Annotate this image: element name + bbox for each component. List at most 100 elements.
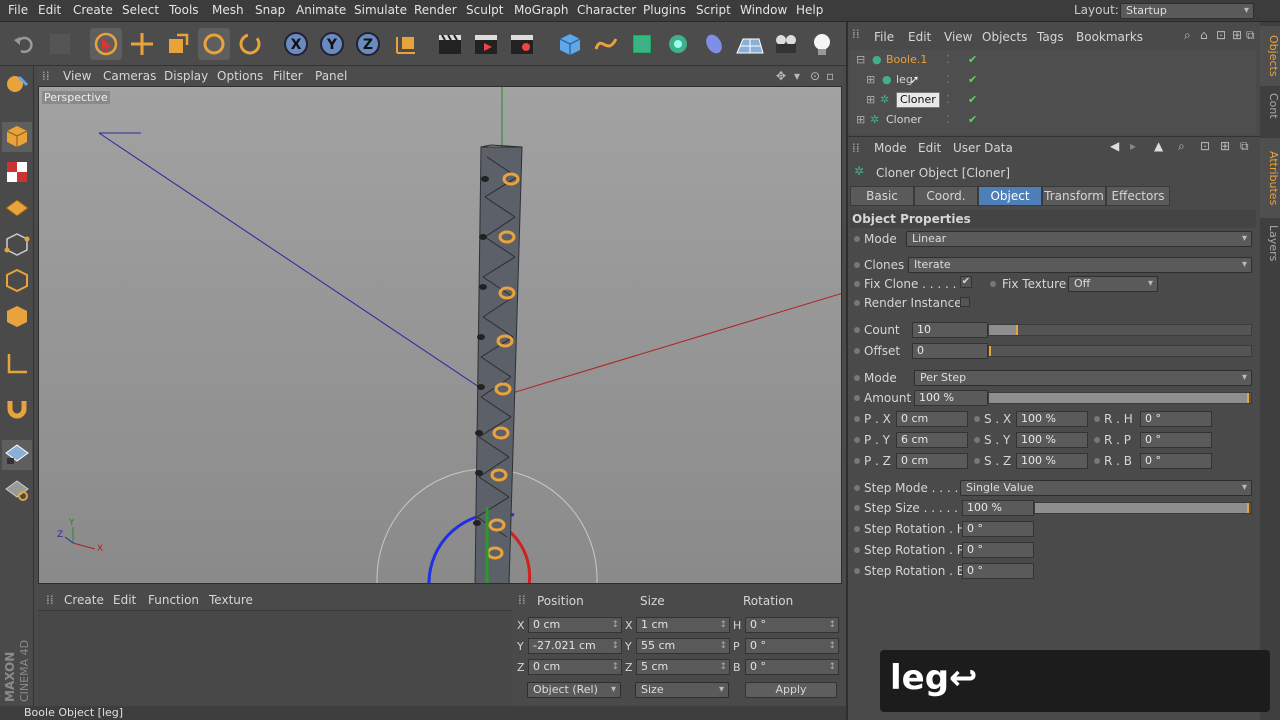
animation-dot-icon[interactable] <box>974 437 980 443</box>
side-tab-attributes[interactable]: Attributes <box>1260 138 1280 218</box>
tab-transform[interactable]: Transform <box>1042 186 1106 206</box>
animation-dot-icon[interactable] <box>854 327 860 333</box>
offset-slider[interactable] <box>988 345 1252 357</box>
coordinate-system-button[interactable] <box>390 28 422 60</box>
object-row-cloner[interactable]: ⊞ ✲ Cloner ⁚ ✔ <box>856 110 1256 130</box>
viewport-menu-view[interactable]: View <box>63 69 91 83</box>
menu-mesh[interactable]: Mesh <box>212 3 244 17</box>
animation-dot-icon[interactable] <box>854 485 860 491</box>
coords-pos-x-field[interactable]: 0 cm <box>528 617 622 633</box>
om-menu-bookmarks[interactable]: Bookmarks <box>1076 30 1143 44</box>
enabled-check-icon[interactable]: ✔ <box>968 110 977 130</box>
render-instances-checkbox[interactable] <box>960 297 970 307</box>
animation-dot-icon[interactable] <box>854 281 860 287</box>
expand-icon[interactable]: ⊞ <box>866 70 875 90</box>
object-row-boole[interactable]: ⊟ ● Boole.1 ⁚ ✔ <box>856 50 1256 70</box>
redo-button[interactable] <box>44 28 76 60</box>
render-picture-viewer-button[interactable] <box>470 28 502 60</box>
menu-render[interactable]: Render <box>414 3 457 17</box>
side-tab-layers[interactable]: Layers <box>1260 218 1280 268</box>
count-slider[interactable] <box>988 324 1252 336</box>
render-view-button[interactable] <box>434 28 466 60</box>
coords-rot-p-field[interactable]: 0 ° <box>745 638 839 654</box>
attr-menu-edit[interactable]: Edit <box>918 141 941 155</box>
visibility-dots-icon[interactable]: ⁚ <box>946 70 950 90</box>
scale-tool-button[interactable] <box>162 28 194 60</box>
y-axis-button[interactable]: Y <box>316 28 348 60</box>
py-field[interactable]: 6 cm <box>896 432 968 448</box>
step-size-field[interactable]: 100 % <box>962 500 1034 516</box>
fix-clone-checkbox[interactable]: ✔ <box>960 276 972 288</box>
menu-mograph[interactable]: MoGraph <box>514 3 569 17</box>
attr-search-icon[interactable]: ⌕ <box>1178 139 1185 154</box>
rb-field[interactable]: 0 ° <box>1140 453 1212 469</box>
coords-size-z-field[interactable]: 5 cm <box>636 659 730 675</box>
animation-dot-icon[interactable] <box>1094 458 1100 464</box>
object-row-leg[interactable]: ⊞ ● leg ➚ ⁚ ✔ <box>856 70 1256 90</box>
animation-dot-icon[interactable] <box>854 348 860 354</box>
model-mode-button[interactable] <box>2 122 32 152</box>
animation-dot-icon[interactable] <box>854 526 860 532</box>
locked-workplane-button[interactable] <box>2 440 32 470</box>
menu-script[interactable]: Script <box>696 3 731 17</box>
move-tool-button[interactable] <box>126 28 158 60</box>
coords-mode-select[interactable]: Object (Rel) <box>527 682 621 698</box>
tab-coord[interactable]: Coord. <box>914 186 978 206</box>
animation-dot-icon[interactable] <box>854 568 860 574</box>
step-rotation-h-field[interactable]: 0 ° <box>962 521 1034 537</box>
viewport-zoom-icon[interactable]: ▾ <box>794 69 800 83</box>
viewport-rotate-icon[interactable]: ⊙ <box>810 69 820 83</box>
polygons-mode-button[interactable] <box>2 302 32 332</box>
animation-dot-icon[interactable] <box>974 416 980 422</box>
step-size-slider[interactable] <box>1034 502 1252 514</box>
animation-dot-icon[interactable] <box>990 281 996 287</box>
coords-rot-h-field[interactable]: 0 ° <box>745 617 839 633</box>
tab-object[interactable]: Object <box>978 186 1042 206</box>
menu-select[interactable]: Select <box>122 3 159 17</box>
menu-help[interactable]: Help <box>796 3 823 17</box>
add-nurbs-button[interactable] <box>626 28 658 60</box>
menu-edit[interactable]: Edit <box>38 3 61 17</box>
menu-window[interactable]: Window <box>740 3 787 17</box>
tab-basic[interactable]: Basic <box>850 186 914 206</box>
amount-field[interactable]: 100 % <box>914 390 988 406</box>
visibility-dots-icon[interactable]: ⁚ <box>946 110 950 130</box>
coords-size-x-field[interactable]: 1 cm <box>636 617 730 633</box>
axis-mode-button[interactable] <box>2 350 32 380</box>
om-menu-objects[interactable]: Objects <box>982 30 1027 44</box>
material-menu-edit[interactable]: Edit <box>113 593 136 607</box>
animation-dot-icon[interactable] <box>854 437 860 443</box>
step-rotation-b-field[interactable]: 0 ° <box>962 563 1034 579</box>
material-menu-create[interactable]: Create <box>64 593 104 607</box>
up-arrow-icon[interactable]: ▲ <box>1154 139 1163 153</box>
fix-texture-select[interactable]: Off <box>1068 276 1158 292</box>
animation-dot-icon[interactable] <box>854 395 860 401</box>
attr-expand-icon[interactable]: ⊞ <box>1220 139 1230 153</box>
menu-simulate[interactable]: Simulate <box>354 3 407 17</box>
animation-dot-icon[interactable] <box>854 262 860 268</box>
sz-field[interactable]: 100 % <box>1016 453 1088 469</box>
viewport-menu-cameras[interactable]: Cameras <box>103 69 156 83</box>
make-editable-button[interactable] <box>2 70 32 100</box>
side-tab-content[interactable]: Cont <box>1260 86 1280 126</box>
expand-icon[interactable]: ⊞ <box>866 90 875 110</box>
om-search-icon[interactable]: ⌕ <box>1184 28 1191 43</box>
om-new-window-icon[interactable]: ⧉ <box>1246 28 1255 43</box>
coords-apply-button[interactable]: Apply <box>745 682 837 698</box>
expand-icon[interactable]: ⊞ <box>856 110 865 130</box>
rp-field[interactable]: 0 ° <box>1140 432 1212 448</box>
layout-select[interactable]: Startup <box>1120 3 1254 19</box>
sy-field[interactable]: 100 % <box>1016 432 1088 448</box>
add-environment-button[interactable] <box>734 28 766 60</box>
menu-sculpt[interactable]: Sculpt <box>466 3 503 17</box>
step-mode-select[interactable]: Single Value <box>960 480 1252 496</box>
menu-file[interactable]: File <box>8 3 28 17</box>
points-mode-button[interactable] <box>2 230 32 260</box>
animation-dot-icon[interactable] <box>854 236 860 242</box>
side-tab-objects[interactable]: Objects <box>1260 26 1280 86</box>
animation-dot-icon[interactable] <box>854 547 860 553</box>
coords-pos-y-field[interactable]: -27.021 cm <box>528 638 622 654</box>
coords-size-select[interactable]: Size <box>635 682 729 698</box>
om-menu-view[interactable]: View <box>944 30 972 44</box>
material-menu-texture[interactable]: Texture <box>209 593 253 607</box>
